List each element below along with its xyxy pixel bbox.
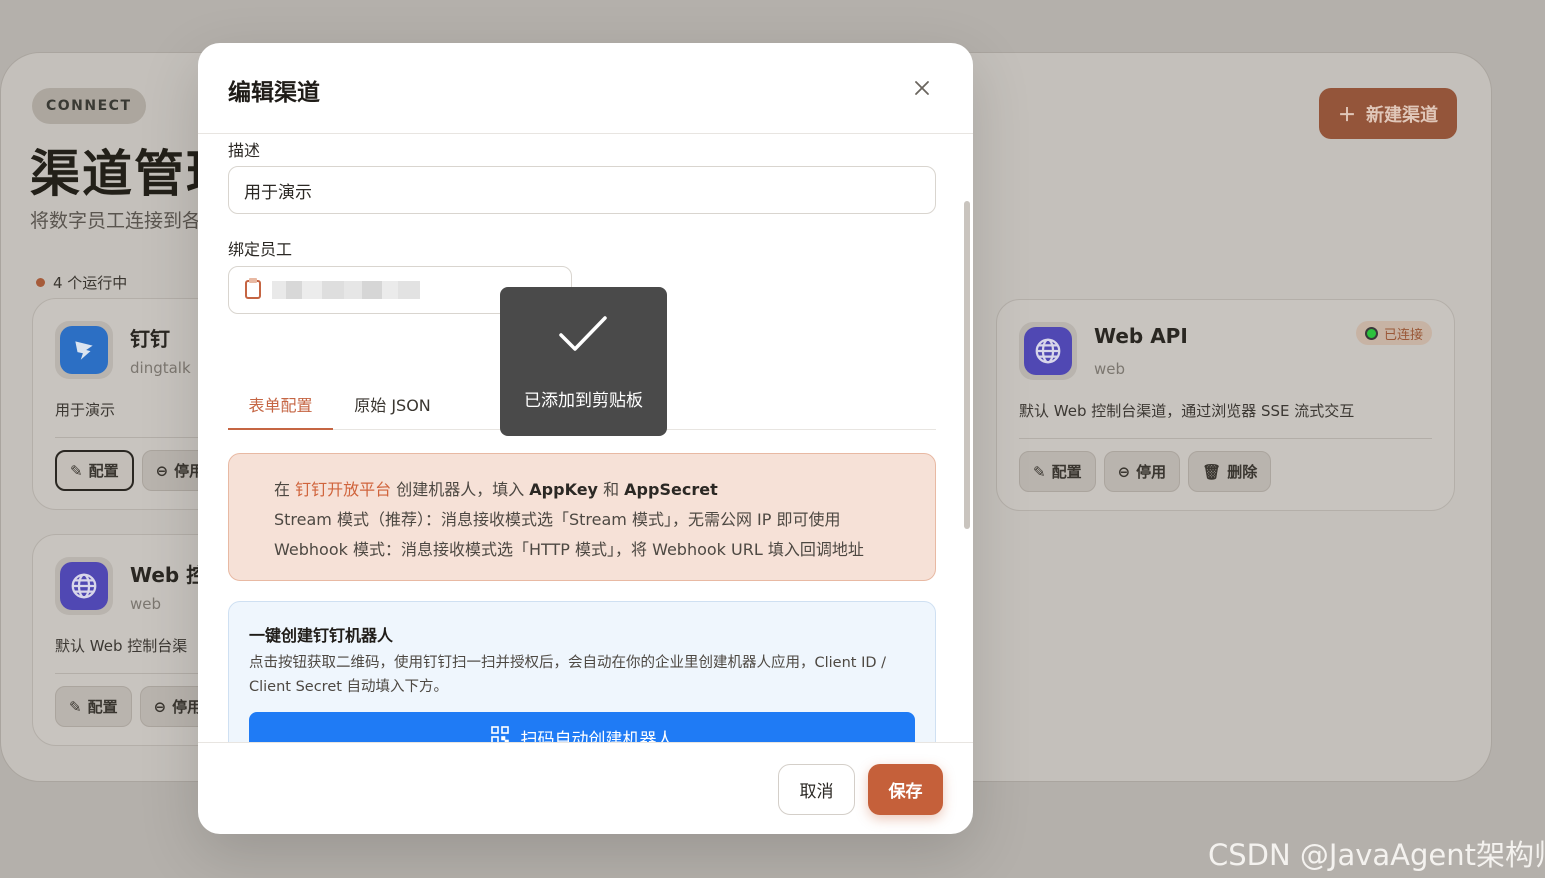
- minus-circle-icon: ⊖: [155, 461, 169, 480]
- plus-icon: ＋: [1338, 104, 1356, 125]
- edit-icon: ✎: [69, 697, 82, 716]
- qr-create-box: 一键创建钉钉机器人 点击按钮获取二维码，使用钉钉扫一扫并授权后，会自动在你的企业…: [228, 601, 936, 742]
- status-badge: 已连接: [1355, 321, 1432, 345]
- config-button[interactable]: ✎ 配置: [1019, 451, 1096, 492]
- info-text: 创建机器人，填入: [391, 480, 530, 499]
- desc-input[interactable]: 用于演示: [228, 166, 936, 214]
- edit-icon: ✎: [1033, 462, 1046, 481]
- edit-channel-modal: 编辑渠道 描述 用于演示 绑定员工 表单配置 原始 JSON 在 钉钉开放平台 …: [198, 43, 973, 834]
- clipboard-icon: [244, 277, 262, 304]
- new-channel-label: 新建渠道: [1366, 104, 1438, 125]
- channel-desc: 默认 Web 控制台渠道，通过浏览器 SSE 流式交互: [1019, 402, 1355, 420]
- tab-form-config[interactable]: 表单配置: [228, 387, 333, 430]
- page-subtitle: 将数字员工连接到各: [30, 210, 200, 232]
- qrcode-icon: [490, 726, 509, 742]
- info-line-3: Webhook 模式：消息接收模式选「HTTP 模式」，将 Webhook UR…: [274, 540, 864, 559]
- edit-icon: ✎: [70, 461, 83, 480]
- trash-icon: 🗑: [1202, 462, 1222, 481]
- config-label: 配置: [88, 462, 119, 480]
- clipboard-toast: 已添加到剪贴板: [500, 287, 667, 436]
- delete-label: 删除: [1227, 463, 1258, 481]
- tab-raw-json[interactable]: 原始 JSON: [340, 387, 445, 430]
- modal-footer: 取消 保存: [198, 742, 973, 834]
- config-button[interactable]: ✎ 配置: [55, 450, 134, 491]
- qr-description: 点击按钮获取二维码，使用钉钉扫一扫并授权后，会自动在你的企业里创建机器人应用，C…: [249, 655, 887, 695]
- status-label: 已连接: [1383, 327, 1423, 343]
- divider: [1019, 438, 1432, 439]
- channel-name: Web 控: [130, 563, 207, 587]
- watermark: CSDN @JavaAgent架构师: [1208, 838, 1545, 872]
- connected-dot-icon: [1364, 326, 1378, 340]
- appsecret-text: AppSecret: [624, 480, 718, 499]
- disable-button[interactable]: ⊖ 停用: [1103, 451, 1181, 492]
- channel-desc: 默认 Web 控制台渠: [55, 637, 188, 655]
- channel-type: web: [130, 595, 162, 613]
- disable-label: 停用: [1136, 463, 1167, 481]
- divider: [55, 437, 209, 438]
- desc-label: 描述: [228, 141, 261, 160]
- modal-scrollbar[interactable]: [964, 201, 970, 529]
- channel-name: 钉钉: [130, 327, 170, 351]
- channel-icon-container: [55, 321, 113, 379]
- running-count: 4 个运行中: [36, 272, 127, 293]
- close-icon[interactable]: [910, 76, 934, 100]
- modal-body: 描述 用于演示 绑定员工 表单配置 原始 JSON 在 钉钉开放平台 创建机器人…: [198, 134, 973, 742]
- channel-icon-container: [1019, 322, 1077, 380]
- config-label: 配置: [1051, 463, 1082, 481]
- cancel-button[interactable]: 取消: [778, 764, 855, 815]
- channel-name: Web API: [1094, 324, 1188, 348]
- checkmark-icon: [558, 315, 608, 357]
- save-button[interactable]: 保存: [868, 764, 943, 815]
- globe-icon: [60, 562, 108, 610]
- page-title: 渠道管理: [30, 145, 200, 203]
- modal-header: 编辑渠道: [198, 43, 973, 134]
- minus-circle-icon: ⊖: [1117, 462, 1131, 481]
- config-label: 配置: [87, 698, 118, 716]
- channel-type: web: [1094, 360, 1126, 378]
- running-dot-icon: [36, 278, 45, 287]
- dingtalk-platform-link[interactable]: 钉钉开放平台: [295, 480, 391, 499]
- channel-desc: 用于演示: [55, 401, 116, 419]
- new-channel-button[interactable]: ＋ 新建渠道: [1319, 88, 1457, 139]
- appkey-text: AppKey: [529, 480, 598, 499]
- channel-card-web-api[interactable]: Web API web 已连接 默认 Web 控制台渠道，通过浏览器 SSE 流…: [996, 299, 1455, 511]
- employee-label: 绑定员工: [228, 240, 293, 259]
- info-text: 和: [597, 480, 625, 499]
- info-line-1: 在 钉钉开放平台 创建机器人，填入 AppKey 和 AppSecret: [274, 476, 718, 500]
- minus-circle-icon: ⊖: [153, 697, 167, 716]
- scan-create-bot-button[interactable]: 扫码自动创建机器人: [249, 712, 915, 742]
- scan-create-bot-label: 扫码自动创建机器人: [520, 730, 674, 742]
- delete-button[interactable]: 🗑 删除: [1188, 451, 1272, 492]
- modal-title: 编辑渠道: [228, 80, 320, 106]
- channel-type: dingtalk: [130, 359, 191, 377]
- toast-message: 已添加到剪贴板: [524, 391, 643, 411]
- setup-info-box: 在 钉钉开放平台 创建机器人，填入 AppKey 和 AppSecret Str…: [228, 453, 936, 581]
- running-label: 4 个运行中: [53, 274, 128, 292]
- info-line-2: Stream 模式（推荐）：消息接收模式选「Stream 模式」，无需公网 IP…: [274, 510, 841, 529]
- globe-icon: [1024, 327, 1072, 375]
- redacted-employee-name: [272, 281, 420, 299]
- channel-icon-container: [55, 557, 113, 615]
- qr-title: 一键创建钉钉机器人: [249, 626, 394, 645]
- dingtalk-logo-icon: [60, 326, 108, 374]
- divider: [55, 673, 209, 674]
- info-text: 在: [274, 480, 296, 499]
- connect-tag: CONNECT: [32, 88, 146, 124]
- config-button[interactable]: ✎ 配置: [55, 686, 132, 727]
